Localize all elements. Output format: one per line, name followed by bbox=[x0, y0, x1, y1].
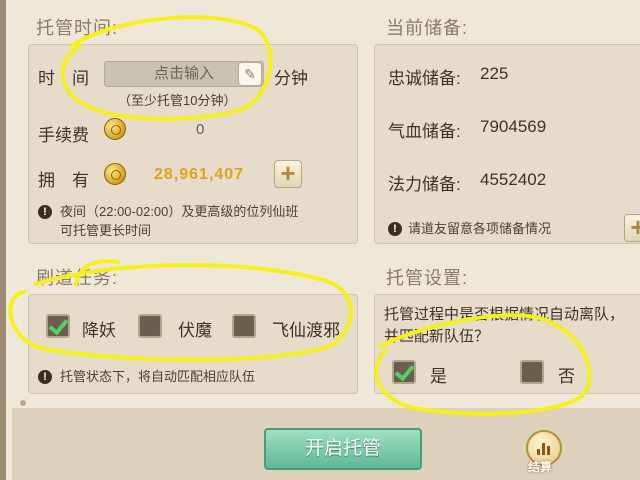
annotation-overlay bbox=[8, 15, 592, 416]
annotation-circle bbox=[374, 313, 592, 416]
annotation-circle bbox=[8, 259, 353, 362]
annotation-circle bbox=[60, 15, 273, 121]
